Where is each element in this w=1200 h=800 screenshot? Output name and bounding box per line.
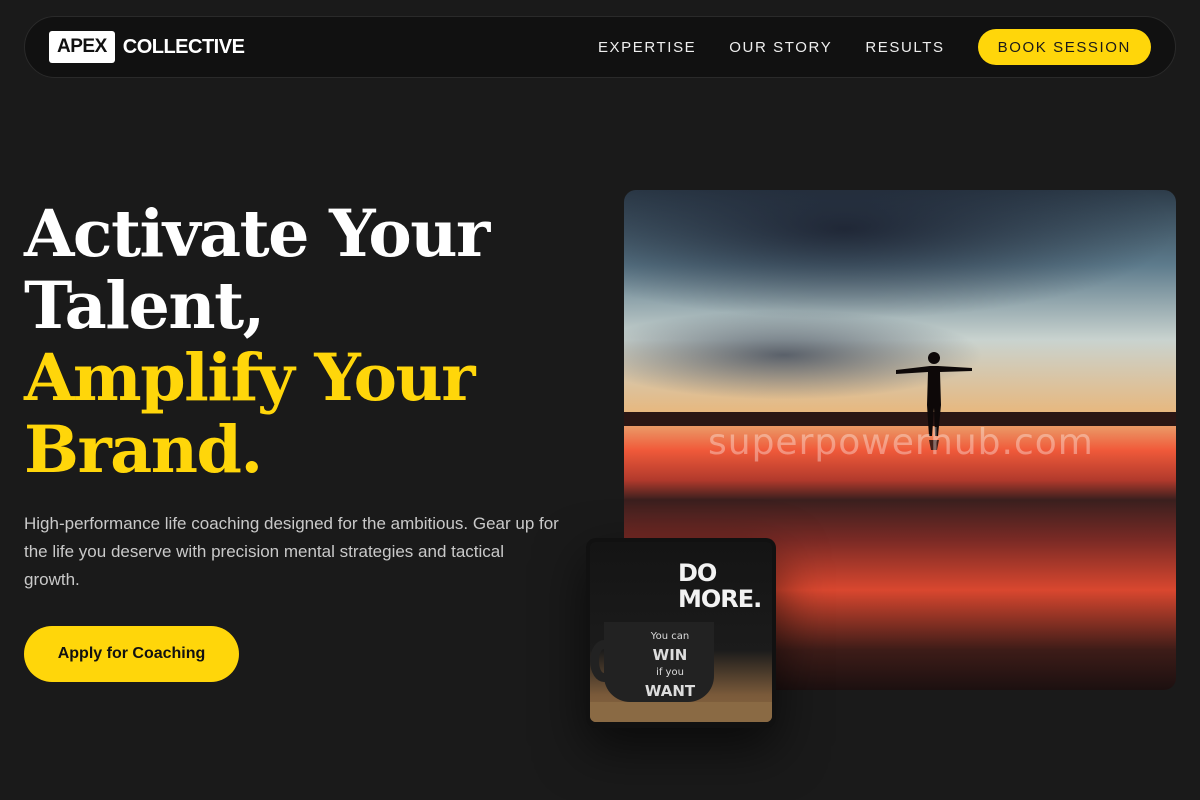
image-watermark: superpowerhub.com — [708, 422, 1094, 463]
nav-link-results[interactable]: RESULTS — [865, 39, 944, 56]
brand-logo[interactable]: APEX COLLECTIVE — [49, 31, 245, 63]
hero-headline: Activate Your Talent, Amplify Your Brand… — [24, 196, 490, 488]
top-navigation: APEX COLLECTIVE EXPERTISE OUR STORY RESU… — [24, 16, 1176, 78]
mug-text-line-4: WANT — [644, 682, 696, 700]
nav-links: EXPERTISE OUR STORY RESULTS BOOK SESSION — [565, 29, 1151, 65]
book-session-button[interactable]: BOOK SESSION — [977, 29, 1151, 65]
apply-for-coaching-button[interactable]: Apply for Coaching — [24, 626, 239, 682]
cloud-shape — [624, 190, 1176, 320]
do-more-sign: DO MORE. — [678, 559, 762, 613]
headline-line-4: Brand. — [24, 412, 263, 488]
headline-line-1: Activate Your — [24, 196, 490, 272]
hero-subtext: High-performance life coaching designed … — [24, 514, 559, 589]
logo-box: APEX — [49, 31, 115, 63]
headline-line-2: Talent, — [24, 268, 265, 344]
mug-photo-card: DO MORE. You can WIN if you WANT — [586, 538, 776, 728]
wooden-table — [590, 702, 772, 722]
nav-link-expertise[interactable]: EXPERTISE — [598, 39, 696, 56]
nav-link-our-story[interactable]: OUR STORY — [729, 39, 832, 56]
mug-text-line-3: if you — [656, 667, 684, 678]
mug-text-line-1: You can — [650, 631, 690, 642]
mug-photo: DO MORE. You can WIN if you WANT — [590, 542, 772, 722]
logo-wordmark: COLLECTIVE — [122, 35, 245, 58]
mug-text-line-2: WIN — [652, 646, 688, 664]
mug-text: You can WIN if you WANT — [630, 628, 710, 700]
headline-line-3: Amplify Your — [24, 340, 476, 416]
